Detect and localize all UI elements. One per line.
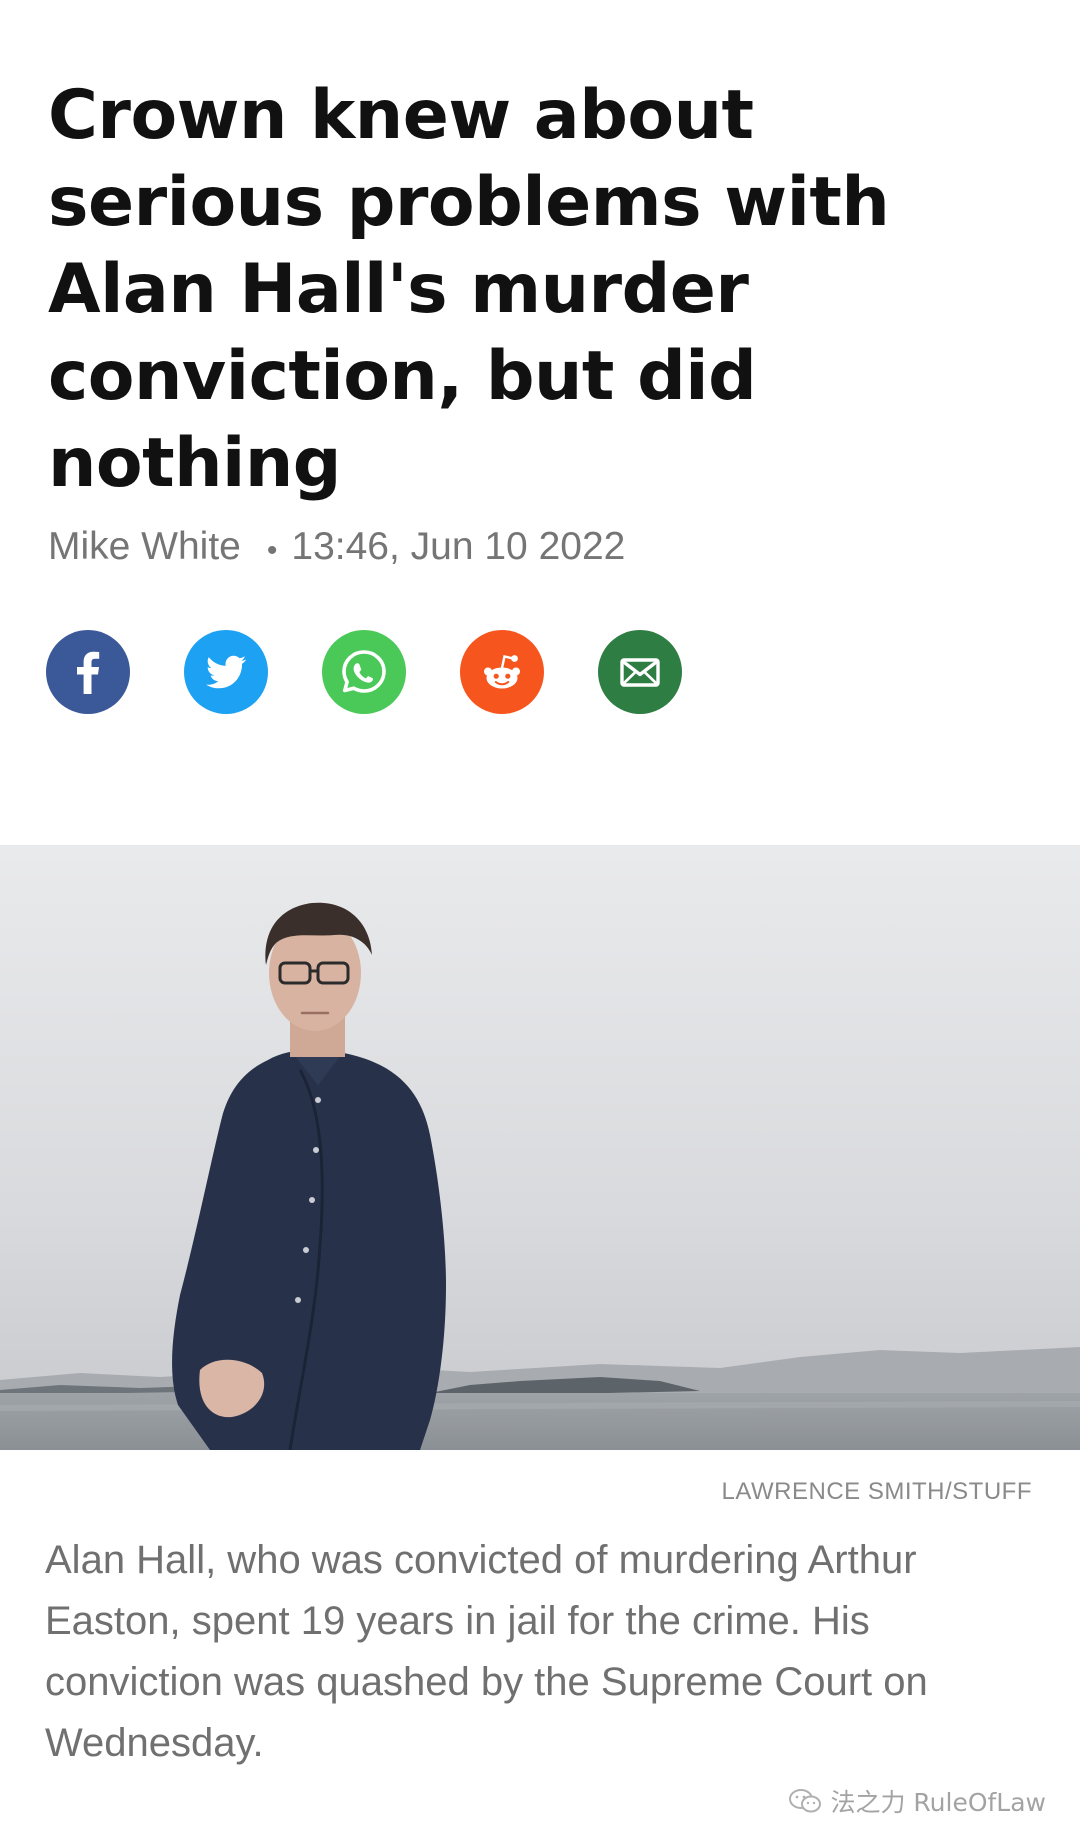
twitter-icon (206, 655, 247, 689)
watermark-text: 法之力 RuleOfLaw (830, 1788, 1046, 1817)
author-name[interactable]: Mike White (48, 525, 241, 569)
facebook-icon (77, 651, 100, 694)
wechat-icon (789, 1789, 822, 1813)
share-buttons (46, 630, 682, 714)
reddit-share-button[interactable] (460, 630, 544, 714)
portrait-photo-illustration (0, 845, 1080, 1450)
article-photo (0, 845, 1080, 1450)
photo-credit: LAWRENCE SMITH/STUFF (721, 1478, 1032, 1505)
mail-icon (620, 658, 660, 687)
article-headline: Crown knew about serious problems with A… (48, 76, 890, 503)
reddit-icon (484, 655, 520, 689)
twitter-share-button[interactable] (184, 630, 268, 714)
photo-caption: Alan Hall, who was convicted of murderin… (45, 1538, 928, 1765)
byline: Mike White • 13:46, Jun 10 2022 (48, 522, 625, 572)
email-share-button[interactable] (598, 630, 682, 714)
watermark: 法之力 RuleOfLaw (788, 1783, 1046, 1819)
byline-separator: • (266, 534, 278, 567)
whatsapp-share-button[interactable] (322, 630, 406, 714)
facebook-share-button[interactable] (46, 630, 130, 714)
whatsapp-icon (342, 650, 386, 693)
publish-timestamp: 13:46, Jun 10 2022 (291, 525, 626, 568)
